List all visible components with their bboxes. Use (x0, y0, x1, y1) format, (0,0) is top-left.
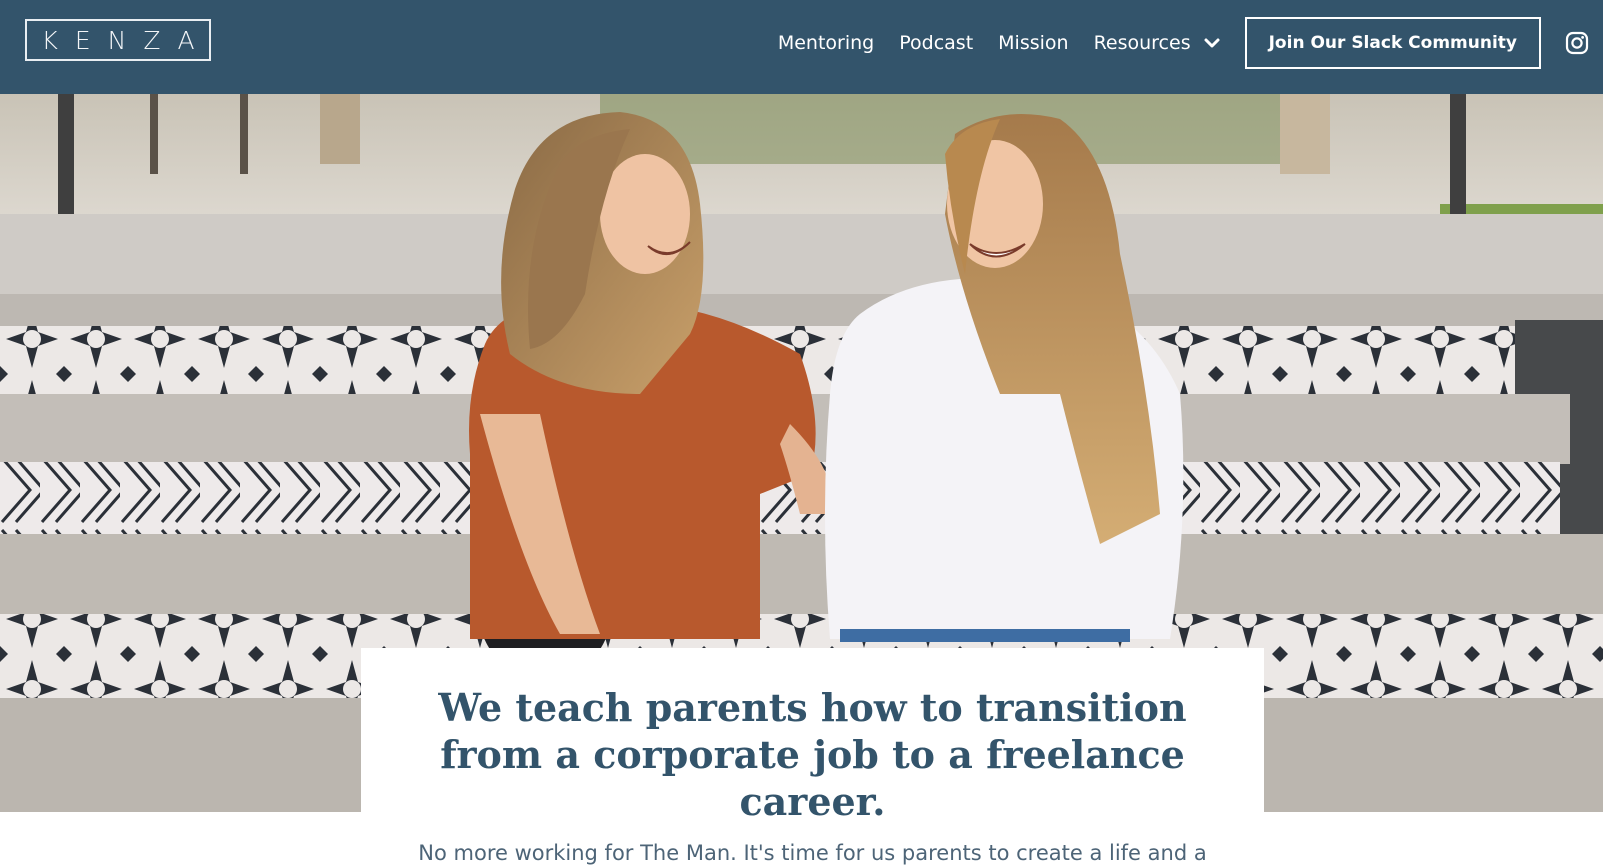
site-header: KENZA Mentoring Podcast Mission Resource… (0, 0, 1603, 94)
main-nav: Mentoring Podcast Mission Resources Join… (778, 0, 1603, 86)
hero-subtext: No more working for The Man. It's time f… (418, 841, 1207, 865)
kenza-logo[interactable]: KENZA (25, 19, 211, 61)
nav-link-mentoring[interactable]: Mentoring (778, 32, 874, 54)
join-slack-button[interactable]: Join Our Slack Community (1244, 17, 1541, 69)
chevron-down-icon[interactable] (1203, 34, 1221, 52)
instagram-icon[interactable] (1565, 31, 1589, 55)
nav-link-resources[interactable]: Resources (1094, 32, 1221, 54)
nav-link-mission[interactable]: Mission (998, 32, 1068, 54)
hero-headline: We teach parents how to transition from … (438, 685, 1187, 824)
hero-card: We teach parents how to transition from … (361, 648, 1264, 865)
nav-link-resources-label: Resources (1093, 32, 1191, 54)
nav-link-podcast[interactable]: Podcast (899, 32, 973, 54)
